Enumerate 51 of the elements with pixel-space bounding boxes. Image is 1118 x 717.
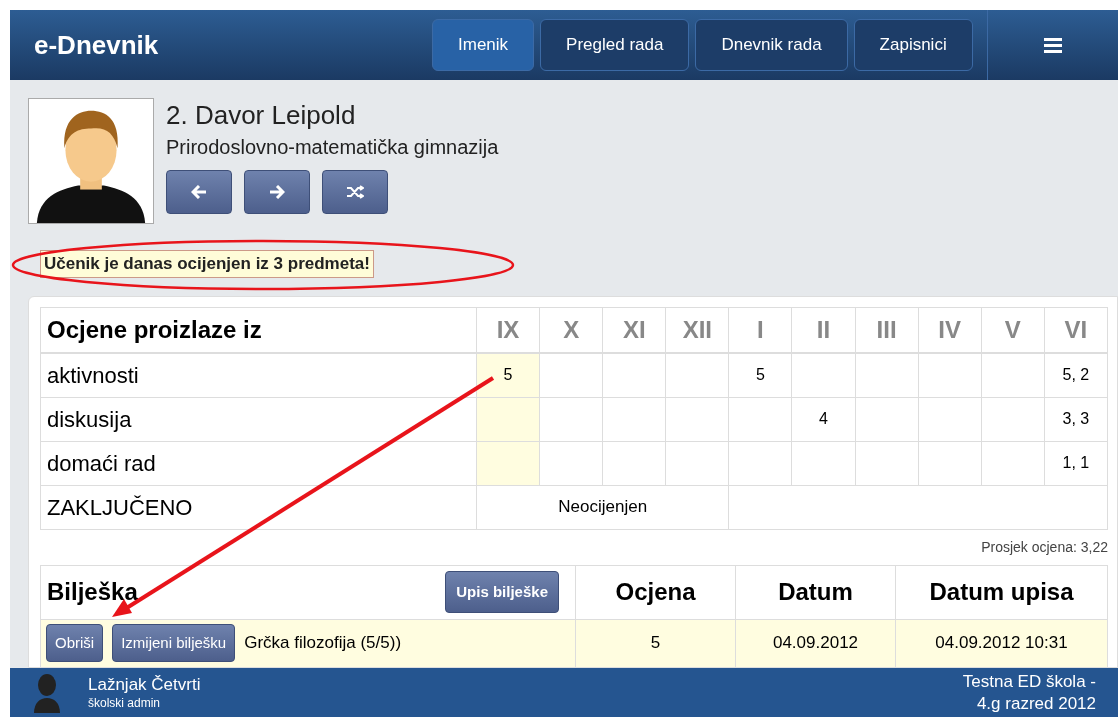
delete-button[interactable]: Obriši: [46, 624, 104, 662]
column-header: Bilješka: [47, 577, 138, 607]
school-name: Prirodoslovno-matematička gimnazija: [166, 135, 499, 160]
next-button[interactable]: [244, 170, 310, 214]
user-role: školski admin: [88, 695, 162, 711]
alert-message: Učenik je danas ocijenjen iz 3 predmeta!: [40, 250, 374, 278]
school-label: Testna ED škola -: [962, 671, 1096, 693]
grade-cell: 5: [476, 353, 540, 397]
final-grade-cell: Neocijenjen: [476, 485, 729, 529]
note-text: Grčka filozofija (5/5)): [244, 632, 402, 655]
month-header: I: [728, 307, 792, 353]
arrow-left-icon: [191, 185, 207, 199]
month-header: XII: [665, 307, 729, 353]
month-header: IX: [476, 307, 540, 353]
month-header: III: [855, 307, 919, 353]
menu-icon[interactable]: [1043, 37, 1062, 53]
nav-tab[interactable]: Zapisnici: [853, 19, 973, 71]
user-silhouette-icon: [32, 672, 62, 713]
edit-note-button[interactable]: Izmijeni bilješku: [112, 624, 236, 662]
month-header: X: [539, 307, 603, 353]
table-heading: Ocjene proizlaze iz: [40, 307, 477, 353]
month-header: V: [981, 307, 1045, 353]
previous-button[interactable]: [166, 170, 232, 214]
activity-cell: diskusija: [40, 397, 477, 441]
nav-tab[interactable]: Pregled rada: [540, 19, 690, 71]
nav-tab[interactable]: Imenik: [432, 19, 535, 71]
column-header: Datum: [735, 565, 896, 619]
grade-cell: 5, 2: [1044, 353, 1108, 397]
month-header: IV: [918, 307, 982, 353]
arrow-right-icon: [269, 185, 285, 199]
nav-tab[interactable]: Dnevnik rada: [695, 19, 848, 71]
month-header: XI: [602, 307, 666, 353]
month-header: II: [791, 307, 856, 353]
grade-average: Prosjek ocjena: 3,22: [981, 537, 1108, 557]
final-label: ZAKLJUČENO: [40, 485, 477, 529]
shuffle-icon: [346, 185, 364, 199]
column-header: Ocjena: [575, 565, 736, 619]
grade-cell: 4: [791, 397, 856, 441]
student-name: 2. Davor Leipold: [166, 99, 357, 132]
grade-cell: 5: [728, 353, 792, 397]
activity-cell: domaći rad: [40, 441, 477, 485]
grade-cell: 3, 3: [1044, 397, 1108, 441]
user-name: Lažnjak Četvrti: [88, 674, 201, 696]
app-title: e-Dnevnik: [34, 28, 160, 62]
month-header: VI: [1044, 307, 1108, 353]
add-note-button[interactable]: Upis bilješke: [445, 571, 559, 613]
shuffle-button[interactable]: [322, 170, 388, 214]
grade-cell: 1, 1: [1044, 441, 1108, 485]
column-header: Datum upisa: [895, 565, 1108, 619]
activity-cell: aktivnosti: [40, 353, 477, 397]
class-label: 4.g razred 2012: [976, 692, 1096, 714]
